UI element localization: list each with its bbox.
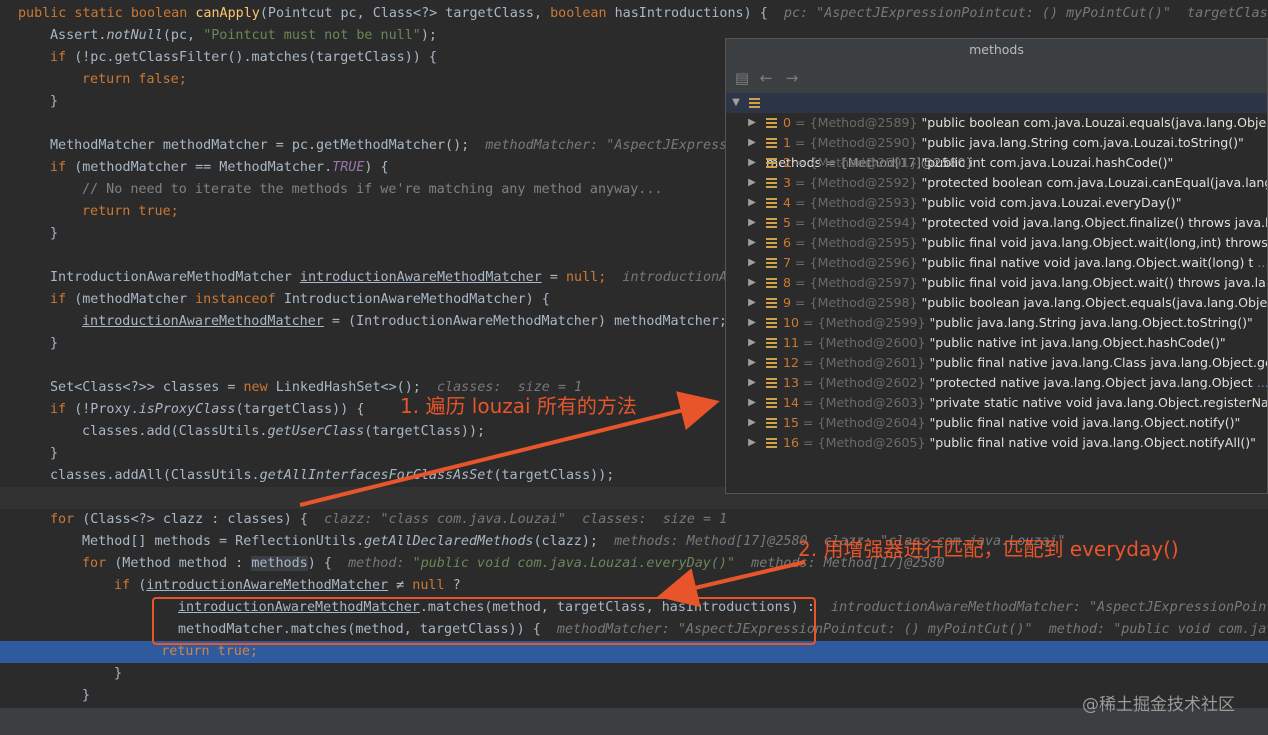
annotation-1: 1. 遍历 louzai 所有的方法	[400, 394, 637, 418]
annotation-2: 2. 用增强器进行匹配，匹配到 everyday()	[798, 537, 1179, 561]
watermark: @稀土掘金技术社区	[1082, 695, 1235, 715]
annotation-arrows	[299, 391, 806, 608]
